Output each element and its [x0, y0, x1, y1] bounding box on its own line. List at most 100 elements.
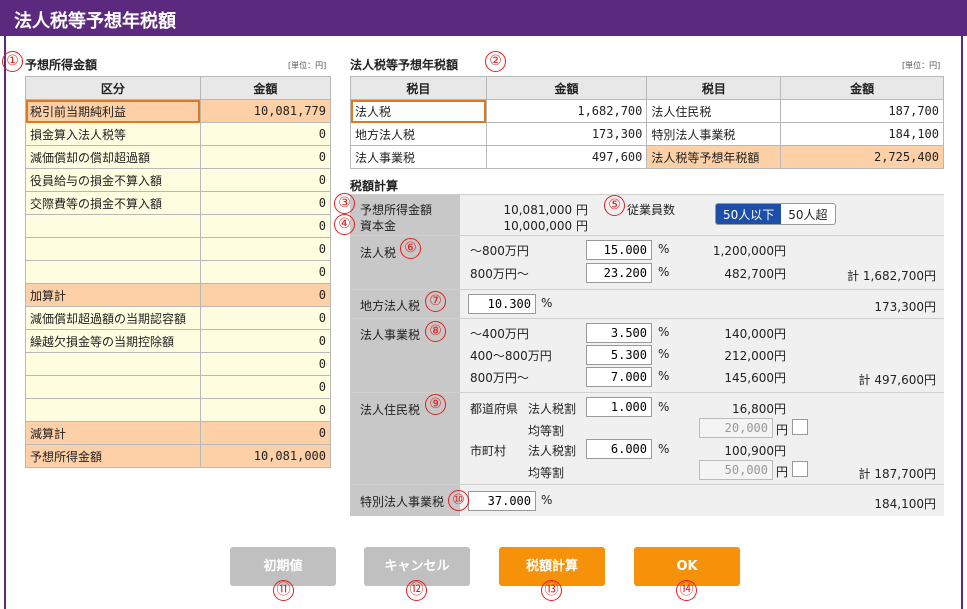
row-label[interactable]: 減価償却の償却超過額 — [25, 145, 201, 169]
table-row: 0 — [25, 398, 332, 422]
marker-6: ⑥ — [400, 238, 421, 259]
row-label[interactable]: 役員給与の損金不算入額 — [25, 168, 201, 192]
row-amount[interactable]: 0 — [199, 375, 332, 399]
corp-tax-total: 計 1,682,700円 — [847, 269, 936, 283]
tax-amount: 184,100 — [780, 122, 944, 146]
row-label[interactable] — [25, 237, 201, 261]
row-amount: 10,081,779 — [199, 99, 332, 123]
tax-portion-label: 法人税割 — [528, 444, 577, 458]
row-amount[interactable]: 0 — [199, 352, 332, 376]
col-header-amount: 金額 — [485, 76, 648, 100]
row-amount[interactable]: 0 — [199, 398, 332, 422]
row-amount[interactable]: 0 — [199, 237, 332, 261]
row-amount[interactable]: 0 — [199, 145, 332, 169]
marker-2: ② — [485, 51, 506, 72]
resident-tax-total: 計 187,700円 — [858, 467, 936, 481]
percent-sign: % — [658, 369, 670, 383]
bracket-amount: 482,700円 — [724, 267, 786, 281]
bracket-amount: 212,000円 — [724, 349, 786, 363]
calc-title: 税額計算 — [350, 179, 399, 193]
row-amount[interactable]: 0 — [199, 191, 332, 215]
employees-toggle[interactable]: 50人以下 50人超 — [715, 203, 836, 225]
business-tax-rate-2-input[interactable] — [586, 345, 652, 365]
row-label[interactable] — [25, 214, 201, 238]
tax-name[interactable]: 法人住民税 — [646, 99, 782, 123]
col-header-tax: 税目 — [350, 76, 487, 100]
income-value: 10,081,000 円 — [503, 203, 588, 217]
row-label[interactable] — [25, 352, 201, 376]
pref-rate-input[interactable] — [586, 397, 652, 417]
tax-amount: 1,682,700 — [485, 99, 648, 123]
corp-tax-label: 法人税 — [360, 246, 397, 260]
tax-name[interactable]: 法人事業税 — [350, 145, 487, 169]
row-label[interactable] — [25, 398, 201, 422]
yen-sign: 円 — [776, 465, 789, 479]
table-row: 税引前当期純利益 10,081,779 — [25, 99, 332, 123]
yen-sign: 円 — [776, 423, 789, 437]
tax-name[interactable]: 地方法人税 — [350, 122, 487, 146]
table-row: 0 — [25, 237, 332, 261]
row-label[interactable] — [25, 375, 201, 399]
marker-8: ⑧ — [425, 321, 446, 342]
row-amount: 0 — [199, 421, 332, 445]
local-corp-tax-total: 173,300円 — [874, 300, 936, 314]
tax-amount: 173,300 — [485, 122, 648, 146]
row-label: 加算計 — [25, 283, 201, 307]
bracket-range: 400～800万円 — [470, 349, 552, 363]
business-tax-rate-3-input[interactable] — [586, 367, 652, 387]
percent-sign: % — [658, 347, 670, 361]
row-amount[interactable]: 0 — [199, 214, 332, 238]
row-label[interactable]: 税引前当期純利益 — [25, 99, 201, 123]
row-label[interactable]: 交際費等の損金不算入額 — [25, 191, 201, 215]
marker-10: ⑩ — [448, 490, 469, 511]
marker-4: ④ — [334, 214, 355, 235]
business-tax-rate-1-input[interactable] — [586, 323, 652, 343]
row-amount[interactable]: 0 — [199, 260, 332, 284]
marker-5: ⑤ — [604, 195, 625, 216]
row-amount[interactable]: 0 — [199, 168, 332, 192]
per-capita-label: 均等割 — [528, 424, 565, 438]
local-corp-tax-rate-input[interactable] — [468, 294, 536, 314]
employees-option-over-50[interactable]: 50人超 — [781, 204, 834, 224]
percent-sign: % — [658, 400, 670, 414]
annual-tax-table: 税目 金額 税目 金額 法人税 1,682,700 法人住民税 187,700 … — [350, 76, 944, 169]
tax-name[interactable]: 法人税 — [350, 99, 487, 123]
marker-1: ① — [2, 51, 23, 72]
col-header-category: 区分 — [25, 76, 201, 100]
special-tax-rate-input[interactable] — [468, 491, 536, 511]
bracket-range: 800万円～ — [470, 267, 529, 281]
annual-title: 法人税等予想年税額 — [350, 58, 459, 72]
tax-name[interactable]: 特別法人事業税 — [646, 122, 782, 146]
bracket-range: 800万円～ — [470, 371, 529, 385]
bracket-range: ～800万円 — [470, 244, 529, 258]
corp-tax-rate-2-input[interactable] — [586, 263, 652, 283]
city-rate-input[interactable] — [586, 439, 652, 459]
table-row: 繰越欠損金等の当期控除額 0 — [25, 329, 332, 353]
table-row: 法人税 1,682,700 法人住民税 187,700 — [350, 99, 944, 123]
marker-14: ⑭ — [676, 580, 697, 601]
percent-sign: % — [658, 265, 670, 279]
city-flat-input — [699, 460, 773, 480]
table-row: 加算計 0 — [25, 283, 332, 307]
table-row: 0 — [25, 375, 332, 399]
row-label[interactable]: 繰越欠損金等の当期控除額 — [25, 329, 201, 353]
percent-sign: % — [658, 242, 670, 256]
row-amount[interactable]: 0 — [199, 329, 332, 353]
pref-amount: 16,800円 — [732, 402, 786, 416]
row-amount[interactable]: 0 — [199, 306, 332, 330]
corp-tax-rate-1-input[interactable] — [586, 240, 652, 260]
row-amount[interactable]: 0 — [199, 122, 332, 146]
pref-flat-checkbox[interactable] — [792, 419, 808, 435]
marker-3: ③ — [334, 193, 355, 214]
table-row: 法人事業税 497,600 法人税等予想年税額 2,725,400 — [350, 145, 944, 169]
city-flat-checkbox[interactable] — [792, 461, 808, 477]
row-label: 予想所得金額 — [25, 444, 201, 468]
row-label[interactable] — [25, 260, 201, 284]
row-label[interactable]: 減価償却超過額の当期認容額 — [25, 306, 201, 330]
table-row: 0 — [25, 352, 332, 376]
marker-13: ⑬ — [541, 580, 562, 601]
annual-unit: [単位：円] — [902, 61, 941, 70]
row-label[interactable]: 損金算入法人税等 — [25, 122, 201, 146]
employees-option-50-or-less[interactable]: 50人以下 — [716, 204, 782, 224]
marker-9: ⑨ — [425, 394, 446, 415]
